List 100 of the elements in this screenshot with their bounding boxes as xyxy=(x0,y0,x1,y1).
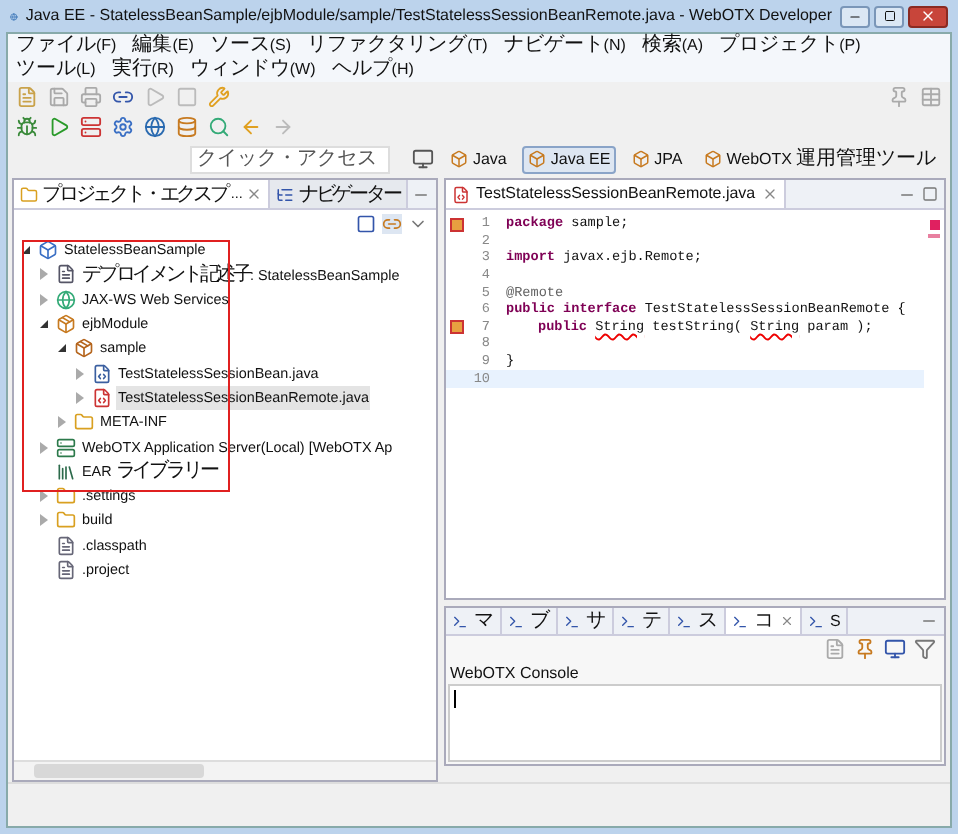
menu-item[interactable]: ヘルプ(H) xyxy=(331,58,414,82)
java-file-icon xyxy=(92,363,112,384)
folder-icon xyxy=(74,412,94,433)
clear-console-icon[interactable] xyxy=(824,638,846,660)
error-marker-icon xyxy=(449,217,463,232)
error-overview-mark xyxy=(928,234,940,238)
perspective-button[interactable]: Java xyxy=(444,145,513,173)
perspective-icon xyxy=(632,150,651,168)
collapsed-arrow-icon[interactable] xyxy=(76,367,84,380)
debug-icon[interactable] xyxy=(16,116,38,138)
new-file-icon[interactable] xyxy=(16,86,38,108)
open-perspective-icon[interactable] xyxy=(412,148,435,170)
expanded-arrow-icon[interactable] xyxy=(58,344,66,353)
menu-item[interactable]: リファクタリング(T) xyxy=(307,34,488,58)
menu-item[interactable]: ウィンドウ(W) xyxy=(189,58,316,82)
expanded-arrow-icon[interactable] xyxy=(22,246,30,255)
globe-icon xyxy=(56,289,76,310)
collapse-all-icon[interactable] xyxy=(356,214,376,234)
pin-icon[interactable] xyxy=(888,86,910,108)
java-file-error-icon xyxy=(452,185,470,203)
package-icon xyxy=(56,314,76,335)
quick-access-field[interactable]: クイック・アクセス xyxy=(190,145,391,173)
filter-icon[interactable] xyxy=(914,638,936,660)
perspective-icon xyxy=(704,150,723,168)
play-icon[interactable] xyxy=(144,86,166,108)
menu-item[interactable]: 検索(A) xyxy=(641,34,704,58)
print-icon[interactable] xyxy=(80,86,102,108)
menu-item[interactable]: 編集(E) xyxy=(132,34,194,58)
save-icon[interactable] xyxy=(48,86,70,108)
expanded-arrow-icon[interactable] xyxy=(40,320,48,329)
package-icon xyxy=(74,338,94,359)
perspective-icon xyxy=(450,150,469,168)
menu-item[interactable]: ソース(S) xyxy=(209,34,292,58)
perspective-button[interactable]: WebOTX 運用管理ツール xyxy=(698,145,942,173)
collapsed-arrow-icon[interactable] xyxy=(40,293,48,306)
error-indicator-icon xyxy=(929,220,939,230)
database-icon[interactable] xyxy=(176,116,198,138)
collapsed-arrow-icon[interactable] xyxy=(76,391,84,404)
table-icon[interactable] xyxy=(920,86,942,108)
perspective-button[interactable]: Java EE xyxy=(522,145,617,173)
close-tab-icon[interactable] xyxy=(246,186,263,202)
view-icon xyxy=(676,613,692,629)
gear-icon[interactable] xyxy=(112,116,134,138)
wrench-icon[interactable] xyxy=(208,86,230,108)
run-icon[interactable] xyxy=(48,116,70,138)
close-tab-icon[interactable] xyxy=(761,186,778,202)
folder-icon xyxy=(20,185,38,203)
collapsed-arrow-icon[interactable] xyxy=(40,514,48,527)
collapsed-arrow-icon[interactable] xyxy=(40,268,48,281)
globe-icon[interactable] xyxy=(144,116,166,138)
view-icon xyxy=(452,613,468,629)
menu-item[interactable]: ファイル(F) xyxy=(16,34,117,58)
view-tab[interactable]: テ xyxy=(614,608,670,634)
document-icon xyxy=(56,264,76,285)
view-icon xyxy=(620,613,636,629)
close-button[interactable] xyxy=(908,5,948,27)
folder-icon xyxy=(56,486,76,507)
project-icon xyxy=(38,240,58,261)
server-icon xyxy=(56,437,76,458)
stop-icon[interactable] xyxy=(176,86,198,108)
view-tab[interactable]: コ xyxy=(726,608,802,634)
view-tab[interactable]: サ xyxy=(558,608,614,634)
view-icon xyxy=(732,613,748,629)
perspective-button[interactable]: JPA xyxy=(626,145,689,173)
window-title: Java EE - StatelessBeanSample/ejbModule/sample/TestStatelessSessionBeanRemote.java - WebOTX Developer xyxy=(25,4,832,28)
forward-icon[interactable] xyxy=(272,116,294,138)
java-file-error-icon xyxy=(92,387,112,408)
folder-icon xyxy=(56,510,76,531)
view-tab[interactable]: マ xyxy=(446,608,502,634)
close-icon xyxy=(920,8,936,24)
pin-icon[interactable] xyxy=(854,638,876,660)
maximize-icon xyxy=(883,10,895,22)
maximize-button[interactable] xyxy=(874,5,904,27)
view-icon xyxy=(564,613,580,629)
collapsed-arrow-icon[interactable] xyxy=(40,441,48,454)
search-icon[interactable] xyxy=(208,116,230,138)
xml-file-icon xyxy=(56,560,76,580)
view-tab[interactable]: ナビゲーター xyxy=(270,180,408,208)
menu-item[interactable]: プロジェクト(P) xyxy=(719,34,861,58)
link-icon[interactable] xyxy=(112,86,134,108)
close-tab-icon[interactable] xyxy=(780,614,794,628)
menu-item[interactable]: ツール(L) xyxy=(16,58,96,82)
perspective-icon xyxy=(528,150,547,168)
view-tab[interactable]: S xyxy=(802,608,849,634)
menu-item[interactable]: ナビゲート(N) xyxy=(503,34,626,58)
collapsed-arrow-icon[interactable] xyxy=(40,490,48,503)
display-console-icon[interactable] xyxy=(884,638,906,660)
collapsed-arrow-icon[interactable] xyxy=(58,416,66,429)
library-icon xyxy=(56,461,76,482)
console-output[interactable] xyxy=(448,684,942,762)
editor-tab[interactable]: TestStatelessSessionBeanRemote.java xyxy=(446,180,786,208)
back-icon[interactable] xyxy=(240,116,262,138)
server-icon[interactable] xyxy=(80,116,102,138)
view-icon xyxy=(808,613,824,629)
view-icon xyxy=(508,613,524,629)
error-marker-icon xyxy=(449,320,463,335)
maximize-icon[interactable] xyxy=(922,186,938,202)
view-tab[interactable]: ブ xyxy=(502,608,558,634)
tree-icon xyxy=(276,185,295,203)
menu-item[interactable]: 実行(R) xyxy=(111,58,174,82)
